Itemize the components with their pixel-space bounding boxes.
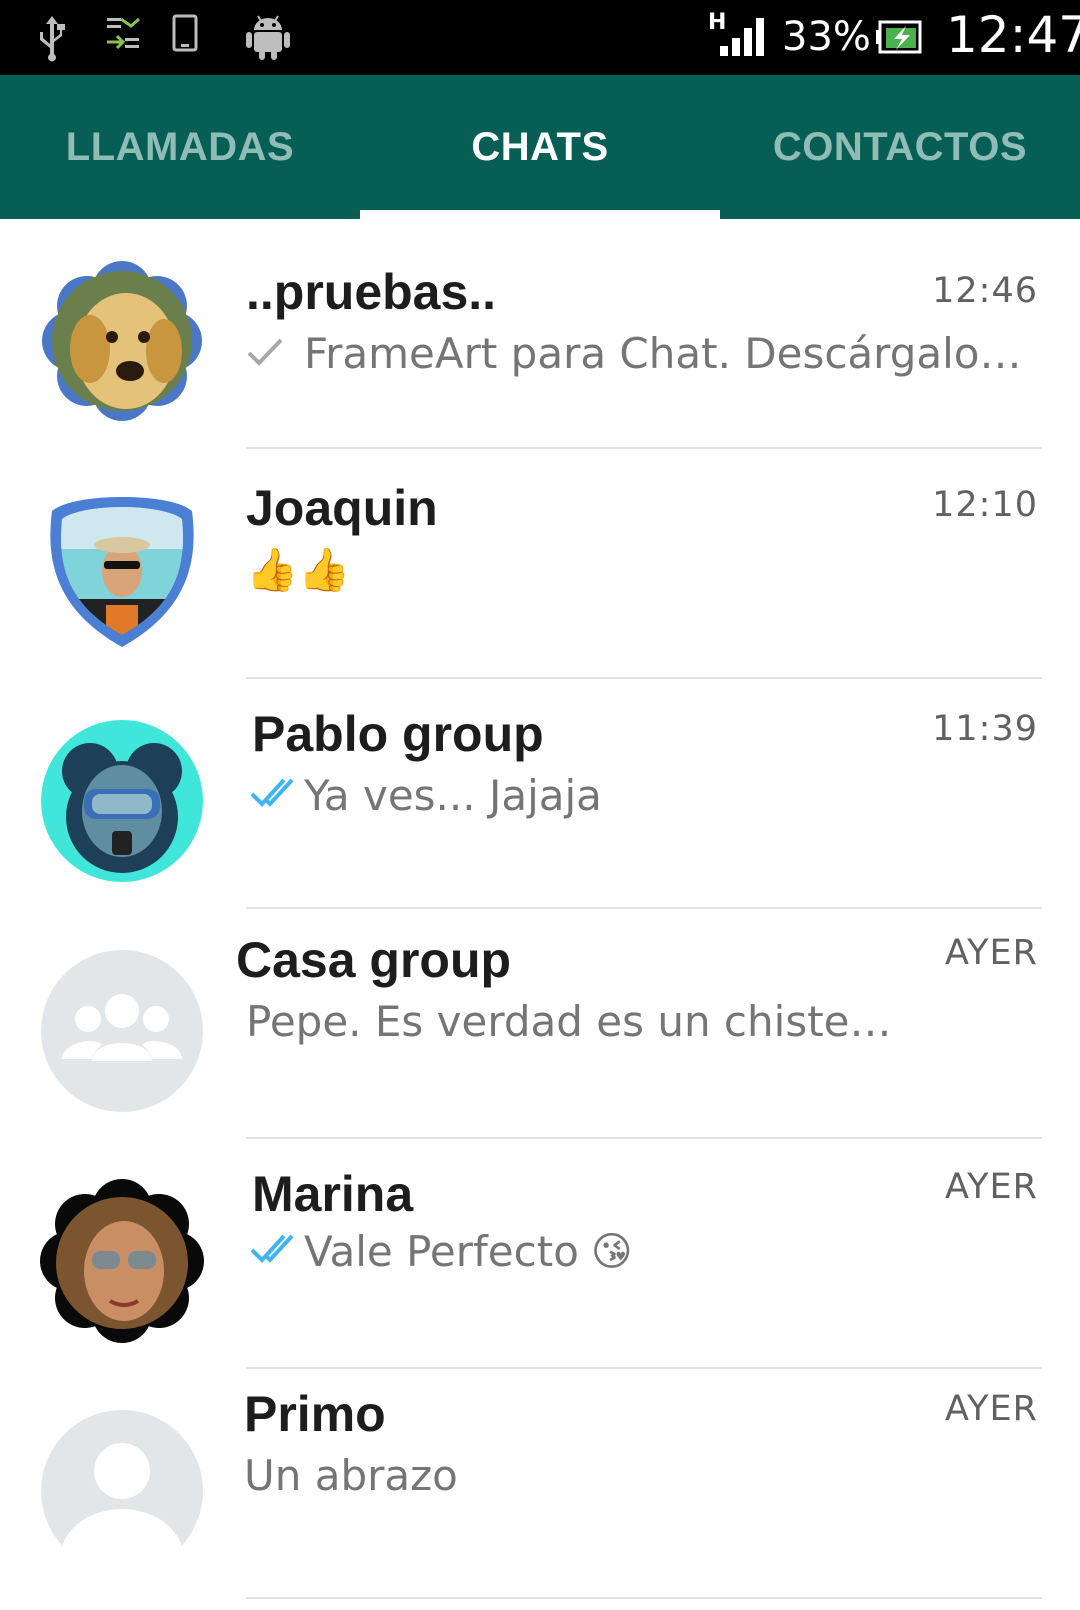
chat-preview-text: 👍👍: [246, 545, 351, 594]
active-tab-indicator: [360, 210, 720, 219]
group-placeholder-icon[interactable]: [40, 949, 204, 1113]
phone-outline-icon: [172, 14, 198, 59]
tab-chats[interactable]: CHATS: [360, 75, 720, 219]
chat-row-casa-group[interactable]: Casa group AYER Pepe. Es verdad es un ch…: [0, 909, 1080, 1139]
tab-llamadas[interactable]: LLAMADAS: [0, 75, 360, 219]
read-double-check-icon: [250, 771, 302, 820]
chat-preview-text: Vale Perfecto: [304, 1227, 579, 1276]
chat-name: Joaquin: [246, 480, 438, 536]
tab-bar: LLAMADAS CHATS CONTACTOS: [0, 75, 1080, 219]
chat-time: AYER: [944, 1167, 1038, 1207]
avatar[interactable]: [40, 259, 204, 423]
battery-charging-icon: [876, 20, 924, 61]
chat-time: 11:39: [932, 709, 1038, 749]
android-icon: [246, 14, 290, 67]
chat-row-pablo-group[interactable]: Pablo group 11:39 Ya ves... Jajaja: [0, 679, 1080, 909]
avatar[interactable]: [40, 719, 204, 883]
chat-preview-text: FrameArt para Chat. Descárgalo…: [304, 329, 1022, 378]
chat-name: Primo: [244, 1386, 386, 1442]
sent-check-icon: [246, 329, 284, 378]
chat-row-primo[interactable]: Primo AYER Un abrazo: [0, 1369, 1080, 1599]
chat-preview: Vale Perfecto 😘: [250, 1227, 633, 1276]
avatar[interactable]: [40, 489, 204, 653]
chat-time: 12:10: [932, 485, 1038, 525]
chat-preview-text: Un abrazo: [244, 1451, 458, 1500]
chat-time: AYER: [944, 933, 1038, 973]
status-time: 12:47: [946, 6, 1080, 64]
avatar[interactable]: [40, 1179, 204, 1343]
row-divider: [246, 1597, 1042, 1599]
chat-name: Casa group: [236, 932, 512, 988]
chat-time: AYER: [944, 1389, 1038, 1429]
chat-preview: 👍👍: [246, 545, 351, 595]
chat-preview: FrameArt para Chat. Descárgalo…: [246, 329, 1021, 378]
kiss-emoji: 😘: [590, 1228, 633, 1275]
chat-name: Marina: [252, 1166, 414, 1222]
read-double-check-icon: [250, 1227, 302, 1276]
chat-preview: Ya ves... Jajaja: [250, 771, 602, 820]
person-placeholder-icon[interactable]: [40, 1409, 204, 1573]
chat-time: 12:46: [932, 271, 1038, 311]
tab-contactos[interactable]: CONTACTOS: [720, 75, 1080, 219]
chat-preview: Pepe. Es verdad es un chiste…: [246, 997, 892, 1046]
battery-percent: 33%: [782, 14, 871, 60]
chat-preview-text: Ya ves... Jajaja: [304, 771, 602, 820]
data-transfer-icon: [105, 14, 141, 59]
usb-icon: [36, 14, 68, 67]
chat-row-pruebas[interactable]: ..pruebas.. 12:46 FrameArt para Chat. De…: [0, 219, 1080, 449]
chat-preview-text: Pepe. Es verdad es un chiste…: [246, 997, 892, 1046]
chat-name: Pablo group: [252, 706, 544, 762]
status-bar: H 33% 12:47: [0, 0, 1080, 75]
signal-icon: [718, 16, 766, 63]
chat-name: ..pruebas..: [246, 264, 497, 320]
chat-row-joaquin[interactable]: Joaquin 12:10 👍👍: [0, 449, 1080, 679]
chat-row-marina[interactable]: Marina AYER Vale Perfecto 😘: [0, 1139, 1080, 1369]
chat-preview: Un abrazo: [244, 1451, 458, 1500]
